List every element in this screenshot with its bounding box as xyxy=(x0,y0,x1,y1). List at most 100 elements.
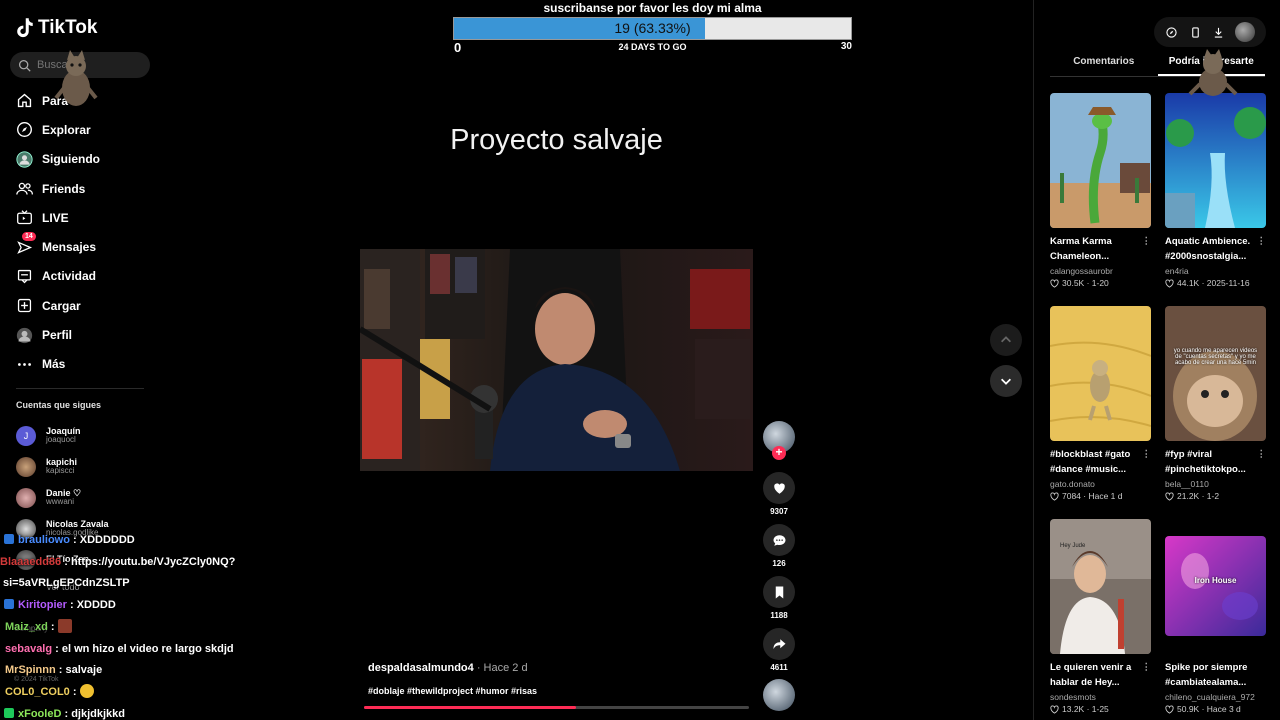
nav-item-actividad[interactable]: Actividad xyxy=(14,262,100,291)
video-author[interactable]: despaldasalmundo4 · Hace 2 d xyxy=(368,662,528,674)
subscriber-goal: suscribanse por favor les doy mi alma 19… xyxy=(453,0,852,56)
video-thumbnail[interactable]: Hey Jude xyxy=(1050,519,1151,654)
nav-item-live[interactable]: LIVE xyxy=(14,203,100,232)
chat-badge-icon xyxy=(4,599,14,610)
recommended-video-card[interactable]: Iron House Spike por siempre #cambiateal… xyxy=(1165,519,1266,720)
tab-comentarios[interactable]: Comentarios xyxy=(1050,56,1158,76)
compass-icon xyxy=(14,120,34,140)
recommended-video-card[interactable]: Aquatic Ambience. #2000snostalgia... ⋮ en… xyxy=(1165,93,1266,306)
chevron-down-icon xyxy=(1001,378,1011,385)
card-user[interactable]: gato.donato xyxy=(1050,479,1151,489)
chat-user: xFooleD xyxy=(18,707,62,720)
card-stats: 50.9K · Hace 3 d xyxy=(1177,704,1241,714)
chat-text: : https://youtu.be/VJycZCly0NQ? xyxy=(64,555,236,568)
more-options-icon[interactable]: ⋮ xyxy=(1142,447,1152,462)
next-video-button[interactable] xyxy=(990,365,1022,397)
more-options-icon[interactable]: ⋮ xyxy=(1142,234,1152,249)
emote-icon xyxy=(79,683,94,698)
followed-account[interactable]: Danie ♡ wwwani xyxy=(16,482,109,513)
activity-icon xyxy=(14,266,34,286)
side-panel: Comentarios Podría interesarte Karma Kar… xyxy=(1033,0,1280,720)
card-user[interactable]: chileno_cualquiera_972 xyxy=(1165,692,1266,702)
explore-tool-button[interactable] xyxy=(1165,25,1179,39)
video-thumbnail[interactable] xyxy=(1050,93,1151,228)
more-options-icon[interactable]: ⋮ xyxy=(1142,660,1152,675)
chat-user: Blaaaedd86 xyxy=(0,555,62,568)
video-player[interactable] xyxy=(360,249,753,471)
nav-label: Friends xyxy=(42,181,86,196)
chat-user: brauliowo xyxy=(18,534,70,546)
follow-plus-icon[interactable]: + xyxy=(772,446,786,460)
nav-item-perfil[interactable]: Perfil xyxy=(14,320,100,349)
comment-count: 126 xyxy=(772,559,786,568)
creator-avatar[interactable]: + xyxy=(763,421,795,460)
card-stats: 7084 · Hace 1 d xyxy=(1062,491,1123,501)
followed-account[interactable]: J Joaquín joaquocl xyxy=(16,420,109,451)
download-tool-button[interactable] xyxy=(1212,25,1226,39)
chat-message: Blaaaedd86 : https://youtu.be/VJycZCly0N… xyxy=(0,552,260,574)
nav-item-cargar[interactable]: Cargar xyxy=(14,291,100,320)
download-icon xyxy=(1215,27,1223,38)
recommended-video-card[interactable]: yo cuando me aparecen videos de "cuentas… xyxy=(1165,306,1266,519)
chat-text: : XDDDD xyxy=(69,599,116,612)
recommended-video-card[interactable]: Hey Jude Le quieren venir a hablar de He… xyxy=(1050,519,1151,720)
device-tool-button[interactable] xyxy=(1188,25,1202,39)
nav-item-explorar[interactable]: Explorar xyxy=(14,115,100,144)
video-progress-bar[interactable] xyxy=(364,706,749,709)
nav-label: Perfil xyxy=(42,328,73,343)
more-options-icon[interactable]: ⋮ xyxy=(1257,234,1267,249)
card-user[interactable]: en4ria xyxy=(1165,266,1266,276)
comment-button[interactable]: 126 xyxy=(762,524,796,568)
nav-label: Actividad xyxy=(42,269,97,284)
followed-account[interactable]: kapichi kapiscci xyxy=(16,451,109,482)
video-thumbnail[interactable] xyxy=(1050,306,1151,441)
user-avatar[interactable] xyxy=(1235,22,1256,42)
nav-item-siguiendo[interactable]: Siguiendo xyxy=(14,145,100,174)
sound-disc-icon[interactable] xyxy=(763,679,795,711)
recommended-video-card[interactable]: Karma Karma Chameleon... ⋮ calangossaurob… xyxy=(1050,93,1151,306)
video-thumbnail[interactable]: Iron House xyxy=(1165,536,1266,636)
video-actions: + 9307 126 1188 4611 xyxy=(762,421,796,672)
brand-name: TikTok xyxy=(38,17,98,38)
card-stats: 44.1K · 2025-11-16 xyxy=(1177,278,1250,288)
video-thumbnail[interactable]: yo cuando me aparecen videos de "cuentas… xyxy=(1165,306,1266,441)
thumbnail-caption: Iron House xyxy=(1194,576,1237,585)
following-avatar-icon xyxy=(14,149,34,169)
more-options-icon[interactable]: ⋮ xyxy=(1257,447,1267,462)
profile-avatar-icon xyxy=(14,325,34,345)
search-icon xyxy=(18,59,31,72)
video-thumbnail[interactable] xyxy=(1165,93,1266,228)
account-handle: kapiscci xyxy=(46,466,75,476)
chat-text: : djkjdkjkkd xyxy=(64,707,125,720)
share-button[interactable]: 4611 xyxy=(762,628,796,672)
chat-user: sebavalg xyxy=(5,642,53,655)
nav-item-friends[interactable]: Friends xyxy=(14,174,100,203)
save-button[interactable]: 1188 xyxy=(762,576,796,620)
chat-message: brauliowo : XDDDDDD xyxy=(0,530,260,552)
card-title: Le quieren venir a hablar de Hey... xyxy=(1050,662,1132,688)
heart-outline-icon xyxy=(1050,492,1059,501)
share-count: 4611 xyxy=(770,663,788,672)
card-user[interactable]: sondesmots xyxy=(1050,692,1151,702)
thumbnail-caption: Hey Jude xyxy=(1060,543,1086,549)
chat-text: : xyxy=(72,685,77,698)
save-count: 1188 xyxy=(770,611,788,620)
card-user[interactable]: calangossaurobr xyxy=(1050,266,1151,276)
messages-badge: 14 xyxy=(22,232,36,242)
chat-text: : el wn hizo el video re largo skdjd xyxy=(55,642,234,655)
nav-label: Explorar xyxy=(42,122,91,137)
card-title: Aquatic Ambience. #2000snostalgia... xyxy=(1165,236,1251,262)
video-hashtags[interactable]: #doblaje #thewildproject #humor #risas xyxy=(368,686,537,696)
previous-video-button[interactable] xyxy=(990,324,1022,356)
like-button[interactable]: 9307 xyxy=(762,472,796,516)
nav-item-mas[interactable]: Más xyxy=(14,350,100,379)
chat-user: Maiz_xd xyxy=(5,620,48,633)
nav-item-mensajes[interactable]: 14 Mensajes xyxy=(14,232,100,261)
tiktok-logo[interactable]: TikTok xyxy=(16,17,97,39)
chat-text: : xyxy=(50,620,55,633)
card-stats: 30.5K · 1-20 xyxy=(1062,278,1109,288)
chat-user: Kiritopier xyxy=(18,599,67,612)
recommended-video-card[interactable]: #blockblast #gato #dance #music... ⋮ gato… xyxy=(1050,306,1151,519)
author-name[interactable]: despaldasalmundo4 xyxy=(368,662,474,674)
card-user[interactable]: bela__0110 xyxy=(1165,479,1266,489)
